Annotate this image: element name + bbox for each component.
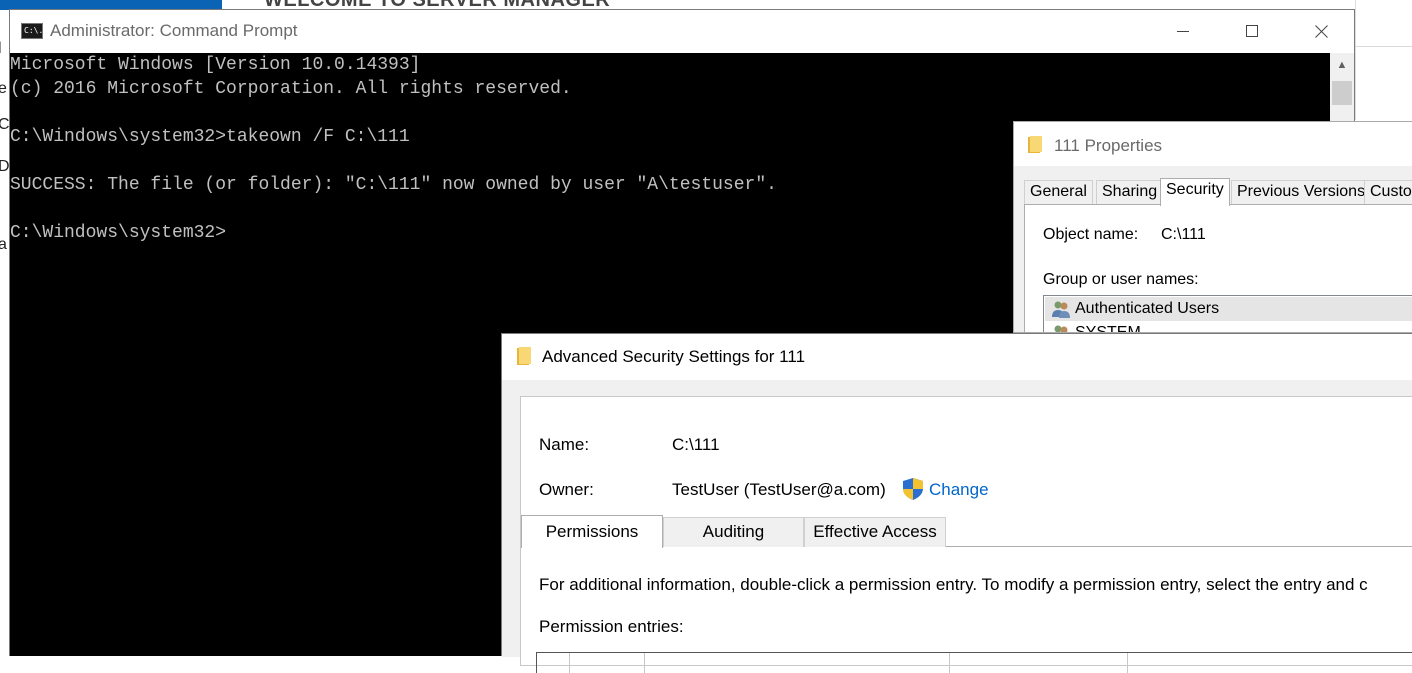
- name-value: C:\111: [672, 435, 720, 454]
- advanced-security-titlebar[interactable]: Advanced Security Settings for 111: [502, 334, 1412, 380]
- advanced-security-window[interactable]: Advanced Security Settings for 111 Name:…: [501, 333, 1412, 673]
- tab-auditing[interactable]: Auditing: [663, 517, 804, 547]
- cmd-titlebar[interactable]: C:\. Administrator: Command Prompt: [10, 10, 1354, 53]
- users-group-icon: [1054, 325, 1068, 332]
- tab-permissions[interactable]: Permissions: [521, 515, 663, 548]
- grid-column-divider[interactable]: [1127, 653, 1128, 673]
- scroll-thumb[interactable]: [1332, 81, 1352, 105]
- tab-effective-access[interactable]: Effective Access: [804, 517, 946, 547]
- object-name-label: Object name:: [1043, 226, 1139, 243]
- server-manager-right-pane: [1355, 0, 1412, 120]
- console-line: Microsoft Windows [Version 10.0.14393]: [10, 55, 421, 75]
- properties-titlebar[interactable]: 111 Properties: [1014, 122, 1412, 166]
- console-line: (c) 2016 Microsoft Corporation. All righ…: [10, 79, 572, 99]
- folder-icon: [517, 347, 531, 365]
- console-line: C:\Windows\system32>takeown /F C:\111: [10, 127, 410, 147]
- user-list[interactable]: Authenticated Users SYSTEM: [1043, 295, 1412, 333]
- permissions-info-text: For additional information, double-click…: [539, 575, 1368, 594]
- tab-customize[interactable]: Custo: [1364, 180, 1412, 204]
- advanced-security-tabs: Permissions Auditing Effective Access: [521, 515, 1412, 548]
- name-label: Name:: [539, 435, 590, 454]
- group-names-label: Group or user names:: [1043, 271, 1199, 288]
- change-owner-link[interactable]: Change: [929, 480, 989, 500]
- scroll-up-icon[interactable]: ▲: [1330, 53, 1354, 77]
- advanced-security-title: Advanced Security Settings for 111: [542, 347, 806, 366]
- security-tab-panel: Object name: C:\111 Group or user names:…: [1024, 204, 1412, 333]
- permission-entries-grid[interactable]: [536, 652, 1412, 673]
- properties-title: 111 Properties: [1054, 136, 1163, 155]
- tab-previous-versions[interactable]: Previous Versions: [1231, 180, 1372, 204]
- uac-shield-icon: [903, 478, 923, 500]
- nav-fragment: l: [0, 40, 2, 58]
- console-line: SUCCESS: The file (or folder): "C:\111" …: [10, 175, 777, 195]
- advanced-security-content: Name: C:\111 Owner: TestUser (TestUser@a…: [520, 396, 1412, 673]
- user-name: SYSTEM: [1075, 324, 1141, 333]
- grid-column-divider[interactable]: [644, 653, 645, 673]
- owner-value: TestUser (TestUser@a.com): [672, 480, 886, 499]
- folder-icon: [1028, 136, 1042, 153]
- close-icon[interactable]: [1286, 10, 1356, 53]
- permission-entries-label: Permission entries:: [539, 617, 684, 636]
- maximize-icon[interactable]: [1218, 10, 1288, 53]
- grid-column-divider[interactable]: [569, 653, 570, 673]
- nav-fragment: e: [0, 80, 7, 97]
- cmd-window-title: Administrator: Command Prompt: [50, 21, 298, 40]
- list-item[interactable]: SYSTEM: [1045, 321, 1412, 333]
- grid-column-divider[interactable]: [949, 653, 950, 673]
- user-name: Authenticated Users: [1075, 300, 1220, 317]
- tab-sharing[interactable]: Sharing: [1096, 180, 1164, 204]
- minimize-icon[interactable]: [1148, 10, 1218, 53]
- list-item[interactable]: Authenticated Users: [1045, 297, 1412, 321]
- properties-window[interactable]: 111 Properties General Sharing Security …: [1013, 121, 1412, 333]
- console-prompt[interactable]: C:\Windows\system32>: [10, 223, 226, 243]
- users-group-icon: [1052, 301, 1070, 318]
- tab-general[interactable]: General: [1024, 180, 1093, 204]
- nav-fragment: a: [0, 236, 7, 253]
- divider: [1356, 46, 1412, 47]
- tab-security[interactable]: Security: [1160, 178, 1230, 206]
- cmd-app-icon: C:\.: [21, 23, 43, 39]
- advanced-security-body: Name: C:\111 Owner: TestUser (TestUser@a…: [502, 380, 1412, 673]
- object-name-value: C:\111: [1161, 226, 1206, 243]
- owner-label: Owner:: [539, 480, 594, 499]
